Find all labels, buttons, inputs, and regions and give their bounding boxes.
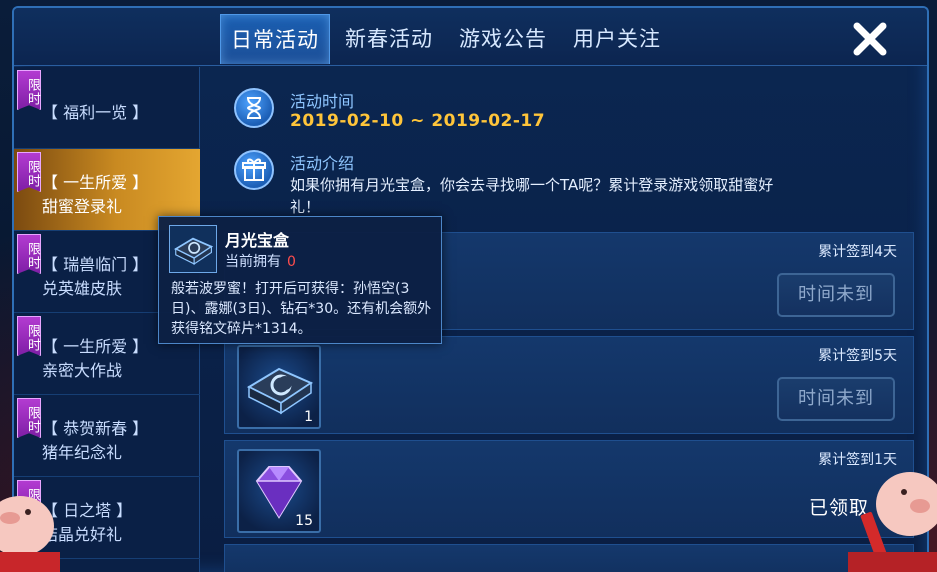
limited-time-badge: 限时 (17, 398, 41, 438)
item-count: 1 (304, 409, 313, 425)
moonlight-box-icon (173, 237, 214, 266)
tab-daily-activity[interactable]: 日常活动 (220, 14, 330, 64)
purple-crystal-item[interactable]: 15 (237, 449, 321, 533)
tooltip-description: 般若波罗蜜！打开后可获得：孙悟空(3日)、露娜(3日)、钻石*30。还有机会额外… (171, 281, 432, 337)
tooltip-owned-label: 当前拥有 (225, 254, 281, 270)
sidebar-item-label: 【 一生所爱 】 (42, 173, 149, 192)
activity-time-label: 活动时间 (290, 92, 355, 111)
reward-row-day1: 15 累计签到1天 已领取 (224, 440, 914, 538)
activity-intro-text: 如果你拥有月光宝盒，你会去寻找哪一个TA呢？累计登录游戏领取甜蜜好礼！ (290, 176, 774, 216)
not-yet-button[interactable]: 时间未到 (777, 273, 895, 317)
reward-row-partial (224, 544, 914, 572)
limited-time-badge: 限时 (17, 234, 41, 274)
sidebar-item-label: 【 恭贺新春 】 (42, 419, 149, 438)
sidebar-item-sublabel: 猪年纪念礼 (42, 443, 123, 462)
tooltip-item-name: 月光宝盒 (225, 231, 290, 250)
tab-spring-festival[interactable]: 新春活动 (334, 14, 444, 64)
tab-user-follow[interactable]: 用户关注 (562, 14, 672, 64)
sidebar-item-label: 【 福利一览 】 (42, 103, 149, 122)
hourglass-icon (234, 88, 274, 128)
reward-condition: 累计签到4天 (818, 244, 897, 260)
tab-bar: 日常活动 新春活动 游戏公告 用户关注 (14, 8, 927, 66)
activity-intro-label: 活动介绍 (290, 154, 355, 173)
tooltip-owned-value: 0 (287, 254, 296, 270)
sidebar-item-sublabel: 甜蜜登录礼 (42, 197, 123, 216)
tooltip-item-icon (169, 225, 217, 273)
not-yet-button[interactable]: 时间未到 (777, 377, 895, 421)
sidebar-item-label: 【 一生所爱 】 (42, 337, 149, 356)
limited-time-badge: 限时 (17, 70, 41, 110)
tab-announcements[interactable]: 游戏公告 (448, 14, 558, 64)
sidebar-item-sublabel: 亲密大作战 (42, 361, 123, 380)
close-icon (853, 22, 887, 56)
activity-time-value: 2019-02-10 ~ 2019-02-17 (290, 111, 546, 131)
pig-mascot-icon (0, 496, 60, 572)
item-count: 15 (295, 513, 313, 529)
activity-panel: 日常活动 新春活动 游戏公告 用户关注 限时 【 福利一览 】 限时 【 一生所… (12, 6, 929, 572)
sidebar-item-welfare-overview[interactable]: 限时 【 福利一览 】 (14, 67, 200, 149)
limited-time-badge: 限时 (17, 152, 41, 192)
moonlight-box-item[interactable]: 1 (237, 345, 321, 429)
limited-time-badge: 限时 (17, 316, 41, 356)
sidebar-item-label: 【 瑞兽临门 】 (42, 255, 149, 274)
sidebar-item-new-year-gift[interactable]: 限时 【 恭贺新春 】 猪年纪念礼 (14, 395, 200, 477)
pig-mascot-icon (848, 472, 937, 572)
sidebar-item-sublabel: 兑英雄皮肤 (42, 279, 123, 298)
item-tooltip: 月光宝盒 当前拥有 0 般若波罗蜜！打开后可获得：孙悟空(3日)、露娜(3日)、钻… (158, 216, 442, 344)
reward-row-day5: 1 累计签到5天 时间未到 (224, 336, 914, 434)
tooltip-owned: 当前拥有 0 (225, 251, 296, 271)
reward-condition: 累计签到5天 (818, 348, 897, 364)
gift-icon (234, 150, 274, 190)
close-button[interactable] (851, 20, 889, 58)
